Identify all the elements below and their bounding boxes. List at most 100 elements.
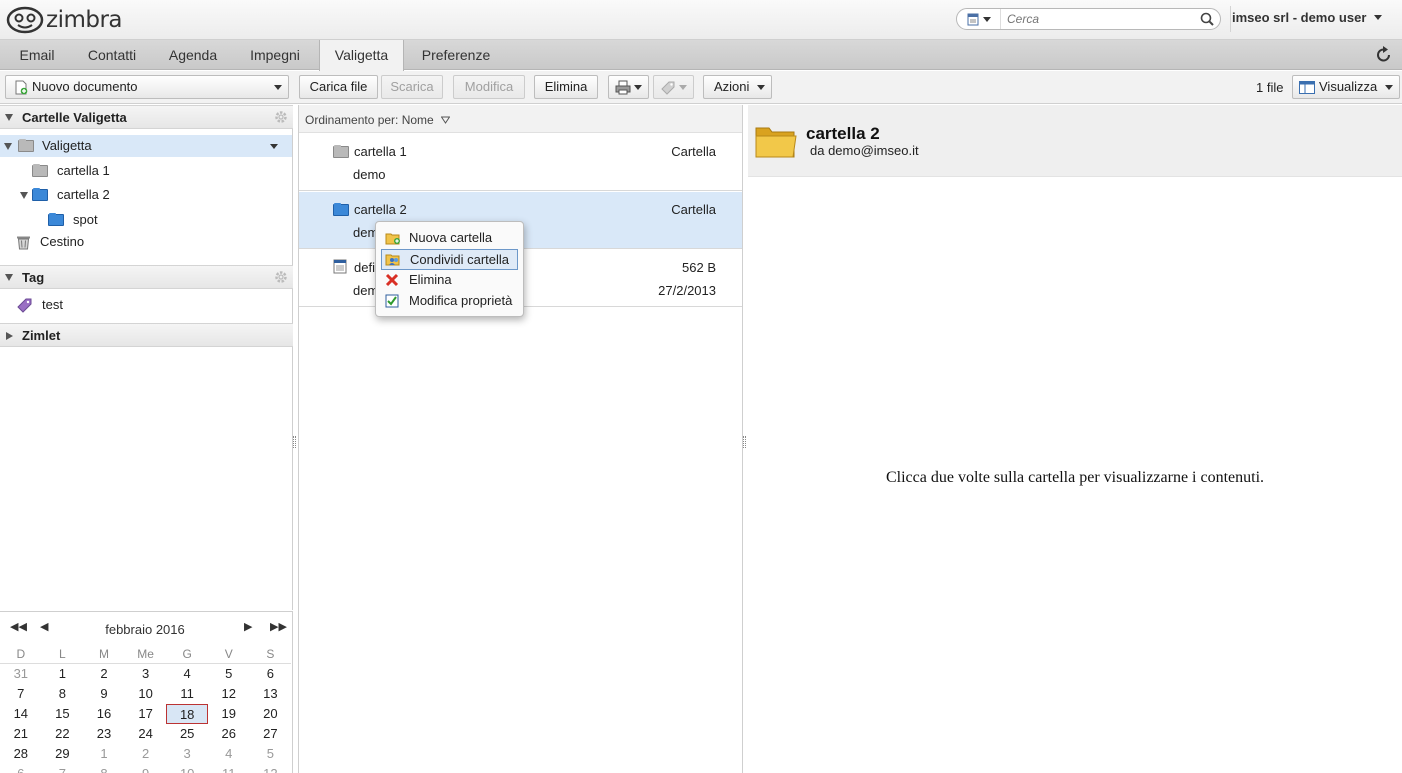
calendar-day[interactable]: 12 xyxy=(208,684,250,704)
next-year-icon[interactable]: ▶▶ xyxy=(270,620,287,633)
expand-triangle-icon[interactable] xyxy=(20,191,28,199)
edit-button[interactable]: Modifica xyxy=(453,75,525,99)
calendar-day[interactable]: 4 xyxy=(208,744,250,764)
calendar-day[interactable]: 11 xyxy=(166,684,208,704)
view-button[interactable]: Visualizza xyxy=(1292,75,1400,99)
calendar-day[interactable]: 24 xyxy=(125,724,167,744)
calendar-day[interactable]: 23 xyxy=(83,724,125,744)
sidebar-item-tag-test[interactable]: test xyxy=(17,294,63,316)
tab-contatti[interactable]: Contatti xyxy=(74,40,150,70)
calendar-day[interactable]: 7 xyxy=(0,684,42,704)
new-document-button[interactable]: Nuovo documento xyxy=(5,75,289,99)
tab-email[interactable]: Email xyxy=(4,40,70,70)
calendar-day[interactable]: 31 xyxy=(0,664,42,684)
calendar-day[interactable]: 7 xyxy=(42,764,84,773)
calendar-day[interactable]: 15 xyxy=(42,704,84,724)
preview-pane: cartella 2 da demo@imseo.it Clicca due v… xyxy=(748,105,1402,773)
tab-agenda[interactable]: Agenda xyxy=(157,40,229,70)
calendar-day[interactable]: 27 xyxy=(250,724,292,744)
tab-impegni[interactable]: Impegni xyxy=(238,40,312,70)
print-button[interactable] xyxy=(608,75,649,99)
collapse-triangle-icon[interactable] xyxy=(5,114,13,121)
tab-preferenze[interactable]: Preferenze xyxy=(412,40,500,70)
calendar-day[interactable]: 9 xyxy=(83,684,125,704)
tag-section-header[interactable]: Tag xyxy=(0,265,293,289)
calendar-day[interactable]: 19 xyxy=(208,704,250,724)
calendar-day[interactable]: 12 xyxy=(250,764,292,773)
chevron-down-icon[interactable] xyxy=(270,144,278,149)
expand-triangle-icon[interactable] xyxy=(6,332,13,340)
sidebar-item-spot[interactable]: spot xyxy=(48,209,98,231)
pane-splitter[interactable] xyxy=(743,436,746,448)
gear-icon[interactable] xyxy=(274,110,288,124)
calendar-day[interactable]: 11 xyxy=(208,764,250,773)
calendar-day[interactable]: 21 xyxy=(0,724,42,744)
calendar-day[interactable]: 1 xyxy=(83,744,125,764)
zimbra-logo[interactable]: zimbra xyxy=(6,6,123,34)
calendar-day[interactable]: 5 xyxy=(208,664,250,684)
calendar-day-today[interactable]: 18 xyxy=(166,704,208,724)
calendar-day[interactable]: 3 xyxy=(166,744,208,764)
calendar-day[interactable]: 4 xyxy=(166,664,208,684)
calendar-day[interactable]: 2 xyxy=(83,664,125,684)
search-input[interactable] xyxy=(1001,12,1191,26)
sort-header[interactable]: Ordinamento per: Nome xyxy=(299,105,742,133)
calendar-day[interactable]: 5 xyxy=(250,744,292,764)
gear-icon[interactable] xyxy=(274,270,288,284)
calendar-day[interactable]: 1 xyxy=(42,664,84,684)
calendar-day[interactable]: 3 xyxy=(125,664,167,684)
calendar-day[interactable]: 26 xyxy=(208,724,250,744)
pane-splitter[interactable] xyxy=(293,436,296,448)
next-month-icon[interactable]: ▶ xyxy=(244,620,252,633)
document-icon xyxy=(333,259,347,274)
calendar-day[interactable]: 6 xyxy=(250,664,292,684)
calendar-day[interactable]: 2 xyxy=(125,744,167,764)
tag-icon xyxy=(17,298,32,313)
expand-triangle-icon[interactable] xyxy=(4,142,12,150)
shared-folder-icon xyxy=(32,188,48,201)
calendar-day[interactable]: 14 xyxy=(0,704,42,724)
calendar-day[interactable]: 10 xyxy=(125,684,167,704)
tag-button[interactable] xyxy=(653,75,694,99)
zimlet-section-header[interactable]: Zimlet xyxy=(0,323,293,347)
actions-button[interactable]: Azioni xyxy=(703,75,772,99)
calendar-day[interactable]: 25 xyxy=(166,724,208,744)
menu-item-share-folder[interactable]: Condividi cartella xyxy=(381,249,518,270)
calendar-day[interactable]: 20 xyxy=(250,704,292,724)
calendar-week: 14 15 16 17 18 19 20 xyxy=(0,704,292,724)
calendar-week: 21 22 23 24 25 26 27 xyxy=(0,724,292,744)
folders-section-header[interactable]: Cartelle Valigetta xyxy=(0,105,293,129)
calendar-day[interactable]: 29 xyxy=(42,744,84,764)
upload-button[interactable]: Carica file xyxy=(299,75,378,99)
file-count: 1 file xyxy=(1256,80,1284,95)
calendar-day[interactable]: 13 xyxy=(250,684,292,704)
menu-item-delete[interactable]: Elimina xyxy=(381,270,518,291)
chevron-down-icon xyxy=(274,85,282,90)
search-type-dropdown[interactable] xyxy=(957,9,1001,29)
calendar-day[interactable]: 6 xyxy=(0,764,42,773)
sidebar-item-cartella-1[interactable]: cartella 1 xyxy=(32,160,110,182)
user-menu[interactable]: imseo srl - demo user xyxy=(1232,10,1383,25)
calendar-day[interactable]: 22 xyxy=(42,724,84,744)
tab-valigetta[interactable]: Valigetta xyxy=(319,40,404,71)
calendar-day[interactable]: 8 xyxy=(83,764,125,773)
calendar-day[interactable]: 16 xyxy=(83,704,125,724)
calendar-day[interactable]: 17 xyxy=(125,704,167,724)
collapse-triangle-icon[interactable] xyxy=(5,274,13,281)
refresh-icon[interactable] xyxy=(1376,46,1392,64)
delete-button[interactable]: Elimina xyxy=(534,75,598,99)
menu-item-new-folder[interactable]: Nuova cartella xyxy=(381,228,518,249)
calendar-day[interactable]: 10 xyxy=(166,764,208,773)
item-owner: demo xyxy=(353,167,386,182)
calendar-day[interactable]: 8 xyxy=(42,684,84,704)
sidebar-item-cestino[interactable]: Cestino xyxy=(16,231,84,253)
download-button[interactable]: Scarica xyxy=(381,75,443,99)
calendar-day[interactable]: 28 xyxy=(0,744,42,764)
sidebar-item-cartella-2[interactable]: cartella 2 xyxy=(20,184,110,206)
sort-triangle-icon xyxy=(440,116,451,124)
sidebar-item-valigetta[interactable]: Valigetta xyxy=(0,135,292,157)
menu-item-edit-properties[interactable]: Modifica proprietà xyxy=(381,291,518,312)
calendar-day[interactable]: 9 xyxy=(125,764,167,773)
search-icon[interactable] xyxy=(1200,12,1214,26)
list-item[interactable]: cartella 1 Cartella demo xyxy=(299,134,742,191)
